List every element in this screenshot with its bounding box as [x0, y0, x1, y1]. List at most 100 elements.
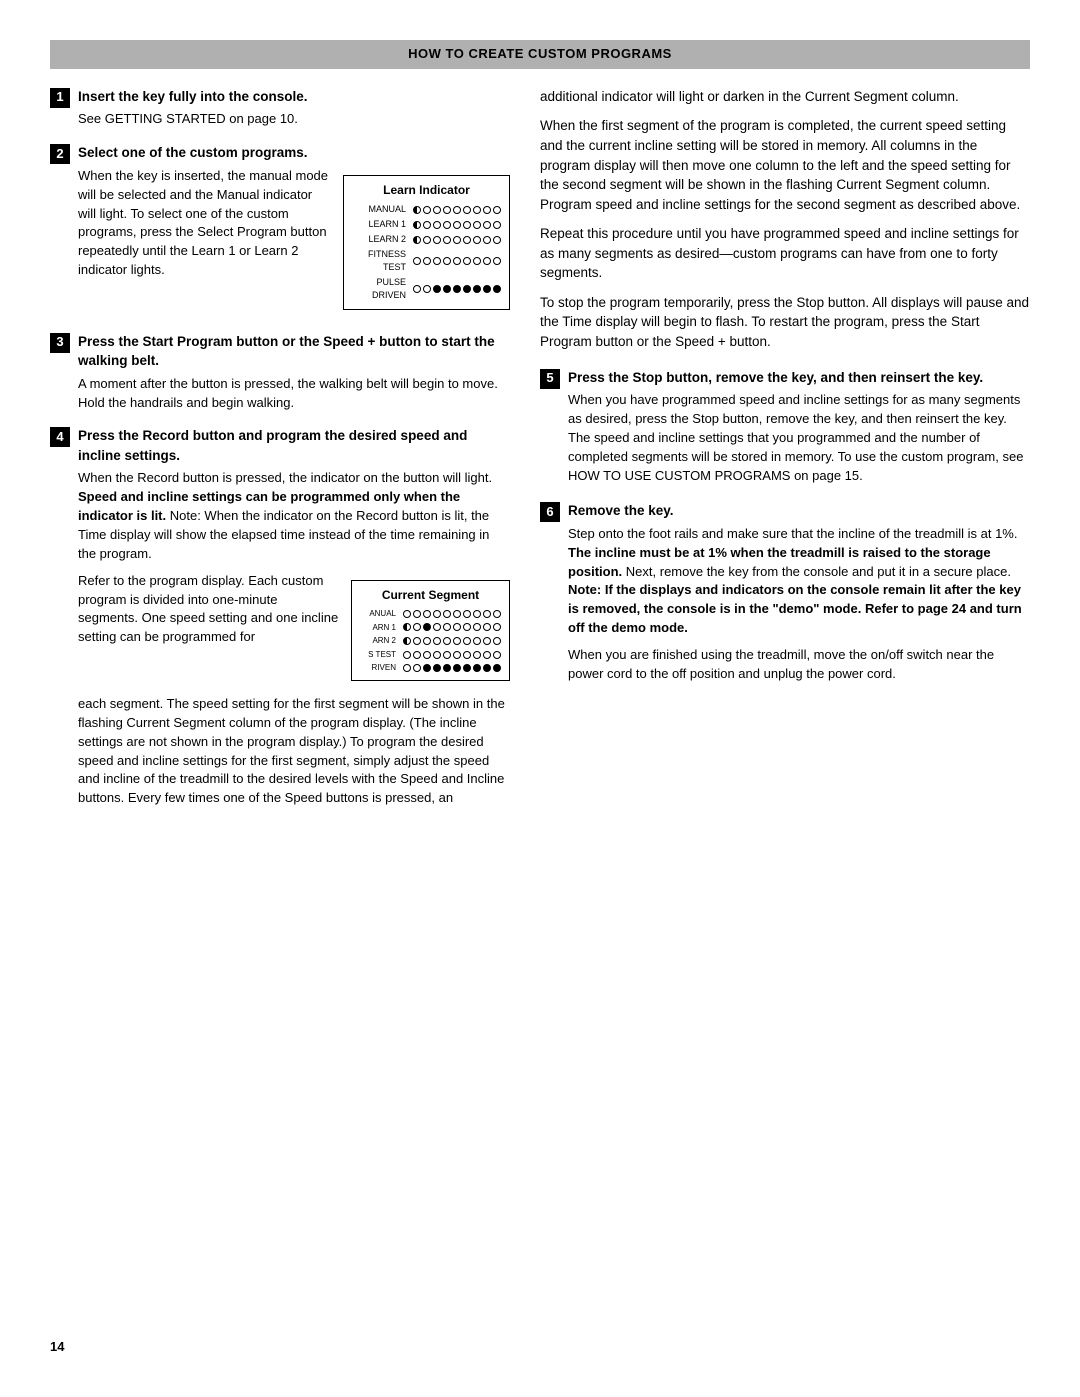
dot: [473, 651, 481, 659]
seg-label-arn2: ARN 2: [360, 635, 400, 647]
dot: [453, 637, 461, 645]
step-1: 1 Insert the key fully into the console.…: [50, 87, 510, 129]
dot: [473, 221, 481, 229]
dot: [483, 236, 491, 244]
step-4: 4 Press the Record button and program th…: [50, 426, 510, 816]
dot: [493, 257, 501, 265]
dot: [423, 285, 431, 293]
dot: [453, 664, 461, 672]
dot: [453, 257, 461, 265]
page-number: 14: [50, 1338, 1030, 1357]
step-3-body: A moment after the button is pressed, th…: [78, 375, 510, 413]
dot: [453, 221, 461, 229]
dot: [403, 664, 411, 672]
dot: [423, 651, 431, 659]
seg-dots-arn1: [403, 623, 501, 631]
dot: [433, 257, 441, 265]
dot: [403, 651, 411, 659]
dot: [453, 285, 461, 293]
dot: [413, 610, 421, 618]
step-4-para1: When the Record button is pressed, the i…: [78, 469, 510, 563]
indicator-row-pulse: PULSE DRIVEN: [352, 276, 501, 302]
dot: [443, 651, 451, 659]
dot: [493, 637, 501, 645]
step-3-number: 3: [50, 333, 70, 353]
step-2-body: Learn Indicator MANUAL: [78, 167, 510, 318]
indicator-label-learn1: LEARN 1: [352, 218, 410, 231]
dot: [483, 623, 491, 631]
learn-indicator-box: Learn Indicator MANUAL: [343, 175, 510, 310]
segment-row-arn1: ARN 1: [360, 622, 501, 634]
dot: [453, 206, 461, 214]
dot: [473, 610, 481, 618]
dot: [443, 257, 451, 265]
seg-label-anual: ANUAL: [360, 608, 400, 620]
dot: [473, 236, 481, 244]
step-3: 3 Press the Start Program button or the …: [50, 332, 510, 413]
indicator-row-manual: MANUAL: [352, 203, 501, 216]
seg-dots-stest: [403, 651, 501, 659]
dot: [423, 257, 431, 265]
dot: [443, 610, 451, 618]
dot: [483, 651, 491, 659]
dot: [473, 637, 481, 645]
dot: [483, 610, 491, 618]
step-4-content: Press the Record button and program the …: [78, 426, 510, 816]
indicator-label-fitness: FITNESS TEST: [352, 248, 410, 274]
two-column-layout: 1 Insert the key fully into the console.…: [50, 87, 1030, 1318]
dot: [463, 664, 471, 672]
dot: [423, 610, 431, 618]
step-3-content: Press the Start Program button or the Sp…: [78, 332, 510, 413]
dot: [463, 221, 471, 229]
segment-title: Current Segment: [360, 587, 501, 604]
dot: [473, 623, 481, 631]
step-6-para3: When you are finished using the treadmil…: [568, 646, 1030, 684]
dot: [473, 257, 481, 265]
dot: [413, 623, 421, 631]
seg-dots-riven: [403, 664, 501, 672]
dot: [433, 236, 441, 244]
step-6-para1: Step onto the foot rails and make sure t…: [568, 525, 1030, 638]
step-4-body: When the Record button is pressed, the i…: [78, 469, 510, 808]
segment-row-stest: S TEST: [360, 649, 501, 661]
dot: [423, 206, 431, 214]
segment-row-arn2: ARN 2: [360, 635, 501, 647]
step-4-title: Press the Record button and program the …: [78, 426, 510, 465]
dot: [463, 236, 471, 244]
dot: [433, 221, 441, 229]
dot: [463, 610, 471, 618]
step-3-title: Press the Start Program button or the Sp…: [78, 332, 510, 371]
dot: [483, 285, 491, 293]
dot: [493, 623, 501, 631]
dot: [463, 285, 471, 293]
dot: [423, 623, 431, 631]
step-1-title: Insert the key fully into the console.: [78, 87, 510, 107]
dot: [433, 664, 441, 672]
dot: [413, 285, 421, 293]
dot: [403, 623, 411, 631]
indicator-row-learn1: LEARN 1: [352, 218, 501, 231]
right-para3: To stop the program temporarily, press t…: [540, 293, 1030, 352]
dot: [423, 637, 431, 645]
dot-row-manual: [413, 206, 501, 214]
step-4-segment-text: Refer to the program display. Each custo…: [78, 572, 341, 647]
step-2-content: Select one of the custom programs. Learn…: [78, 143, 510, 317]
dot: [413, 206, 421, 214]
right-column: additional indicator will light or darke…: [540, 87, 1030, 1318]
dot: [443, 637, 451, 645]
dot: [423, 664, 431, 672]
step-6-title: Remove the key.: [568, 501, 1030, 521]
dot: [413, 236, 421, 244]
step-6-content: Remove the key. Step onto the foot rails…: [568, 501, 1030, 691]
dot: [443, 285, 451, 293]
dot: [413, 637, 421, 645]
step-4-number: 4: [50, 427, 70, 447]
dot: [453, 236, 461, 244]
current-segment-box: Current Segment ANUAL: [351, 580, 510, 681]
dot: [413, 664, 421, 672]
dot: [423, 236, 431, 244]
indicator-row-fitness: FITNESS TEST: [352, 248, 501, 274]
step-1-content: Insert the key fully into the console. S…: [78, 87, 510, 129]
section-header: HOW TO CREATE CUSTOM PROGRAMS: [50, 40, 1030, 69]
step-2-body-text: When the key is inserted, the manual mod…: [78, 168, 328, 277]
